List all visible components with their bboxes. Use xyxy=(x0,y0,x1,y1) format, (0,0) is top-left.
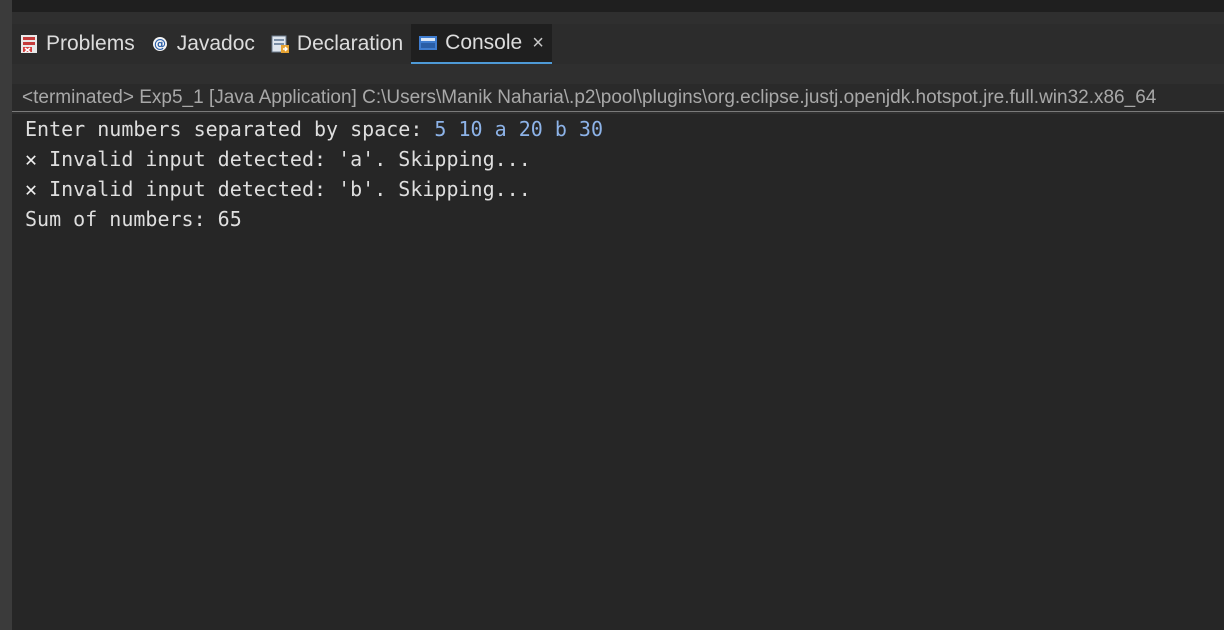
tab-problems-label: Problems xyxy=(46,32,135,55)
error-message: Invalid input detected: 'b'. Skipping... xyxy=(37,177,531,201)
console-output[interactable]: Enter numbers separated by space: 5 10 a… xyxy=(12,114,1224,630)
tab-javadoc-label: Javadoc xyxy=(176,32,255,55)
declaration-icon xyxy=(269,33,291,55)
view-tab-bar: Problems @ Javadoc Declaration Console × xyxy=(12,24,1224,64)
problems-icon xyxy=(18,33,40,55)
tab-console[interactable]: Console × xyxy=(411,24,552,64)
tab-declaration[interactable]: Declaration xyxy=(263,24,411,64)
javadoc-icon: @ xyxy=(149,33,171,55)
error-message: Invalid input detected: 'a'. Skipping... xyxy=(37,147,531,171)
tab-problems[interactable]: Problems xyxy=(12,24,143,64)
error-x-icon: ✕ xyxy=(25,177,38,201)
console-line-error: ✕ Invalid input detected: 'a'. Skipping.… xyxy=(25,144,1224,174)
error-x-icon: ✕ xyxy=(25,147,38,171)
user-input-text: 5 10 a 20 b 30 xyxy=(434,117,603,141)
window-left-edge xyxy=(0,0,12,630)
svg-text:@: @ xyxy=(154,37,166,51)
eclipse-console-view: Problems @ Javadoc Declaration Console ×… xyxy=(0,0,1224,630)
tab-console-label: Console xyxy=(445,31,523,54)
console-line-result: Sum of numbers: 65 xyxy=(25,207,242,231)
process-status-line: <terminated> Exp5_1 [Java Application] C… xyxy=(12,84,1224,112)
tab-javadoc[interactable]: @ Javadoc xyxy=(143,24,263,64)
console-line-error: ✕ Invalid input detected: 'b'. Skipping.… xyxy=(25,174,1224,204)
tab-declaration-label: Declaration xyxy=(296,32,404,55)
console-line-prompt: Enter numbers separated by space: 5 10 a… xyxy=(25,114,1224,144)
window-top-edge xyxy=(0,0,1224,12)
prompt-text: Enter numbers separated by space: xyxy=(25,117,435,141)
console-icon xyxy=(417,32,439,54)
close-icon[interactable]: × xyxy=(532,32,544,55)
